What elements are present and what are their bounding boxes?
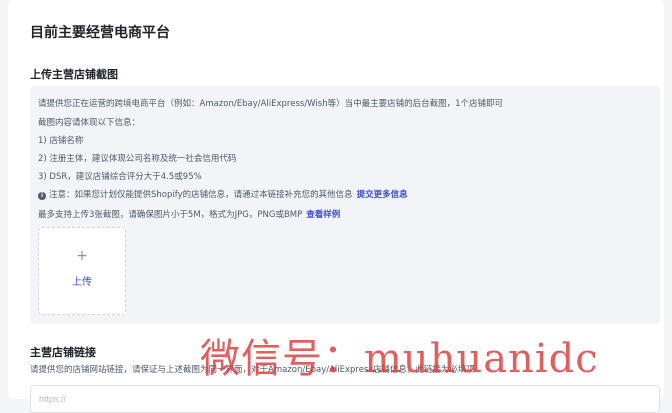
shopify-note-text: 注意：如果您计划仅能提供Shopify的店铺信息，请通过本链接补充您的其他信息 — [49, 190, 353, 200]
store-screenshot-panel: 请提供您正在运营的跨境电商平台（例如：Amazon/Ebay/AliExpres… — [30, 86, 660, 324]
upload-label: 上传 — [72, 277, 92, 288]
upload-button[interactable]: + 上传 — [38, 227, 126, 315]
shopify-note: i 注意：如果您计划仅能提供Shopify的店铺信息，请通过本链接补充您的其他信息… — [38, 188, 408, 200]
instruction-line: 2) 注册主体，建议体现公司名称及统一社会信用代码 — [38, 154, 237, 164]
view-sample-link[interactable]: 查看样例 — [306, 210, 340, 220]
plus-icon: + — [76, 248, 88, 264]
info-icon: i — [38, 192, 46, 200]
store-link-title: 主营店铺链接 — [30, 346, 96, 359]
instruction-line: 3) DSR，建议店铺综合评分大于4.5或95% — [38, 172, 202, 182]
store-screenshot-title: 上传主营店铺截图 — [30, 68, 118, 81]
upload-limit-text: 最多支持上传3张截图，请确保图片小于5M，格式为JPG，PNG或BMP — [38, 210, 303, 220]
instruction-line: 截图内容请体现以下信息： — [38, 118, 141, 128]
instruction-line: 请提供您正在运营的跨境电商平台（例如：Amazon/Ebay/AliExpres… — [38, 99, 503, 109]
submit-more-info-link[interactable]: 提交更多信息 — [357, 190, 408, 200]
upload-limit: 最多支持上传3张截图，请确保图片小于5M，格式为JPG，PNG或BMP 查看样例 — [38, 208, 340, 220]
instruction-line: 1) 店铺名称 — [38, 136, 84, 146]
store-link-input[interactable] — [30, 385, 660, 413]
watermark: 微信号：muhuanidc — [200, 336, 599, 382]
page-title: 目前主要经营电商平台 — [30, 25, 170, 41]
